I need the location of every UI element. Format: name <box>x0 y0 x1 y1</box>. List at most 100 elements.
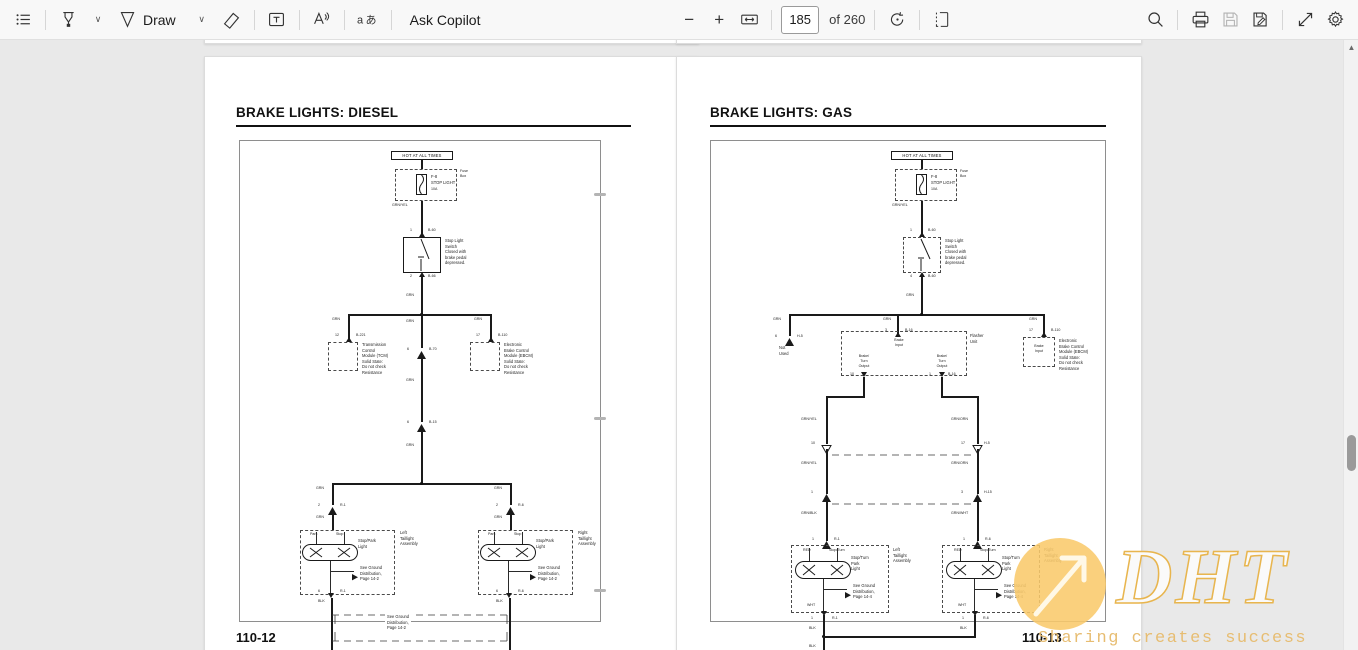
wire-color-grn-yel-right: GRN/YEL <box>892 203 908 207</box>
page-number-input[interactable] <box>781 5 820 34</box>
add-text-button[interactable] <box>262 5 292 35</box>
right-gnd-conn-gas: R-6 <box>983 616 989 620</box>
table-of-contents-button[interactable] <box>8 5 38 35</box>
highlight-color-dropdown[interactable]: ∨ <box>83 5 113 35</box>
right-splice-conn-2: H-15 <box>984 490 992 494</box>
ebcm-module-box-left <box>470 342 500 371</box>
ground-note-left: See Ground Distribution, Page 14-2 <box>360 565 383 582</box>
zoom-out-button[interactable]: − <box>674 5 704 35</box>
draw-options-dropdown[interactable]: ∨ <box>187 5 217 35</box>
fullscreen-button[interactable] <box>1290 5 1320 35</box>
wire <box>977 449 979 494</box>
fit-to-width-button[interactable] <box>734 5 764 35</box>
wire-color-grn-mid-left: GRN <box>406 319 414 323</box>
left-wire-3: GRN/BLK <box>801 511 817 515</box>
draw-button[interactable]: Draw <box>113 5 187 35</box>
svg-text:a: a <box>357 15 364 27</box>
right-gnd-pin: 6 <box>496 589 498 593</box>
flasher-pin-out-left: 10 <box>850 372 854 376</box>
scrollbar-thumb[interactable] <box>1347 435 1356 471</box>
translate-icon: a あ <box>357 14 376 27</box>
switch-contact-icon <box>918 238 931 271</box>
ebcm-conn-left: B-110 <box>498 333 508 337</box>
wire-junction <box>419 481 423 485</box>
bulb-filament-icon <box>309 547 351 558</box>
left-gnd-pin-gas: 1 <box>811 616 813 620</box>
toolbar-divider <box>771 9 773 30</box>
fuse-rating-right: 10A <box>931 187 938 191</box>
document-page-left[interactable]: BRAKE LIGHTS: DIESEL HOT AT ALL TIMES Fu… <box>204 56 699 650</box>
ground-arrow-line <box>823 589 847 590</box>
wire-color-grn-below-switch-left: GRN <box>406 293 414 297</box>
stop-label-left: Stop <box>336 532 344 536</box>
lamp-gnd-wire-right: WHT <box>958 603 967 607</box>
ground-arrow-line <box>974 589 998 590</box>
wire <box>960 548 961 561</box>
plus-icon: + <box>714 10 725 29</box>
gnd-wire-blk-left-gas: BLK <box>809 626 816 630</box>
chevron-down-icon: ∨ <box>198 14 205 24</box>
page-layout-icon <box>935 12 949 27</box>
left-gnd-conn-gas: R-1 <box>832 616 838 620</box>
lamp-name-left: Stop/Park Light <box>358 538 376 549</box>
toolbar-divider <box>253 9 255 30</box>
fuse-id-left: F-8 <box>431 174 438 179</box>
wire <box>826 449 828 494</box>
save-as-button[interactable] <box>1245 5 1275 35</box>
zoom-in-button[interactable]: + <box>704 5 734 35</box>
wire <box>921 160 923 169</box>
title-underline-right <box>710 125 1106 127</box>
rotate-icon <box>890 12 904 26</box>
page-number-right: 110-13 <box>1022 630 1062 645</box>
vertical-scrollbar[interactable]: ▲ <box>1343 40 1358 650</box>
translate-button[interactable]: a あ <box>352 5 384 35</box>
list-icon <box>16 14 30 25</box>
wire <box>421 428 423 483</box>
page-title-left: BRAKE LIGHTS: DIESEL <box>236 105 399 120</box>
search-icon <box>1147 12 1163 27</box>
expand-arrows-icon <box>1298 12 1312 27</box>
fuse-id-right: F-8 <box>931 174 938 179</box>
chevron-down-icon: ∨ <box>94 14 102 24</box>
switch-pin-out-right: 4 <box>910 274 912 278</box>
gear-icon <box>1327 11 1343 28</box>
arrow-right-icon <box>352 574 358 581</box>
bulb-filament-icon <box>953 564 995 576</box>
right-gnd-pin-gas: 1 <box>962 616 964 620</box>
highlight-button[interactable] <box>53 5 83 35</box>
save-button[interactable] <box>1215 5 1245 35</box>
page-total-label: of 260 <box>829 12 866 27</box>
rotate-button[interactable] <box>882 5 912 35</box>
hot-at-all-times-bar-right: HOT AT ALL TIMES <box>891 151 953 160</box>
right-lamp-conn-gas: R-6 <box>985 537 991 541</box>
page-view-button[interactable] <box>927 5 957 35</box>
read-aloud-button[interactable] <box>307 5 337 35</box>
wire <box>330 561 331 595</box>
lamp-name-right-gas: Stop/Turn Park Light <box>1002 555 1020 572</box>
pdf-toolbar: ∨ Draw ∨ a あ Ask Copilot − + 185 of 260 <box>0 0 1358 40</box>
print-button[interactable] <box>1185 5 1215 35</box>
scroll-up-arrow-icon[interactable]: ▲ <box>1344 40 1358 54</box>
toolbar-divider <box>45 9 46 30</box>
wire <box>974 615 976 637</box>
ask-copilot-button[interactable]: Ask Copilot <box>399 5 492 35</box>
search-button[interactable] <box>1140 5 1170 35</box>
erase-button[interactable] <box>217 5 247 35</box>
wire <box>826 396 865 398</box>
switch-pin-in-right: 1 <box>910 228 912 232</box>
arrow-right-icon <box>845 592 851 599</box>
wire-color-grn-flasher: GRN <box>883 317 891 321</box>
fuse-box-label-left: Fuse Box <box>460 169 468 178</box>
title-underline-left <box>236 125 631 127</box>
switch-conn-out-left: B-66 <box>428 274 436 278</box>
hot-at-all-times-bar-left: HOT AT ALL TIMES <box>391 151 453 160</box>
pdf-viewer-canvas[interactable]: BRAKE LIGHTS: DIESEL HOT AT ALL TIMES Fu… <box>0 40 1358 650</box>
document-page-right[interactable]: BRAKE LIGHTS: GAS HOT AT ALL TIMES Fuse … <box>676 56 1142 650</box>
left-assembly-label-gas: Left Taillight Assembly <box>893 547 911 564</box>
ground-note-bottom-left: See Ground Distribution, Page 14-2 <box>385 614 412 631</box>
right-lamp-pin: 2 <box>496 503 498 507</box>
wire <box>837 548 838 561</box>
right-splice-conn-1: H-5 <box>984 441 990 445</box>
wire <box>826 498 828 541</box>
settings-button[interactable] <box>1320 5 1350 35</box>
